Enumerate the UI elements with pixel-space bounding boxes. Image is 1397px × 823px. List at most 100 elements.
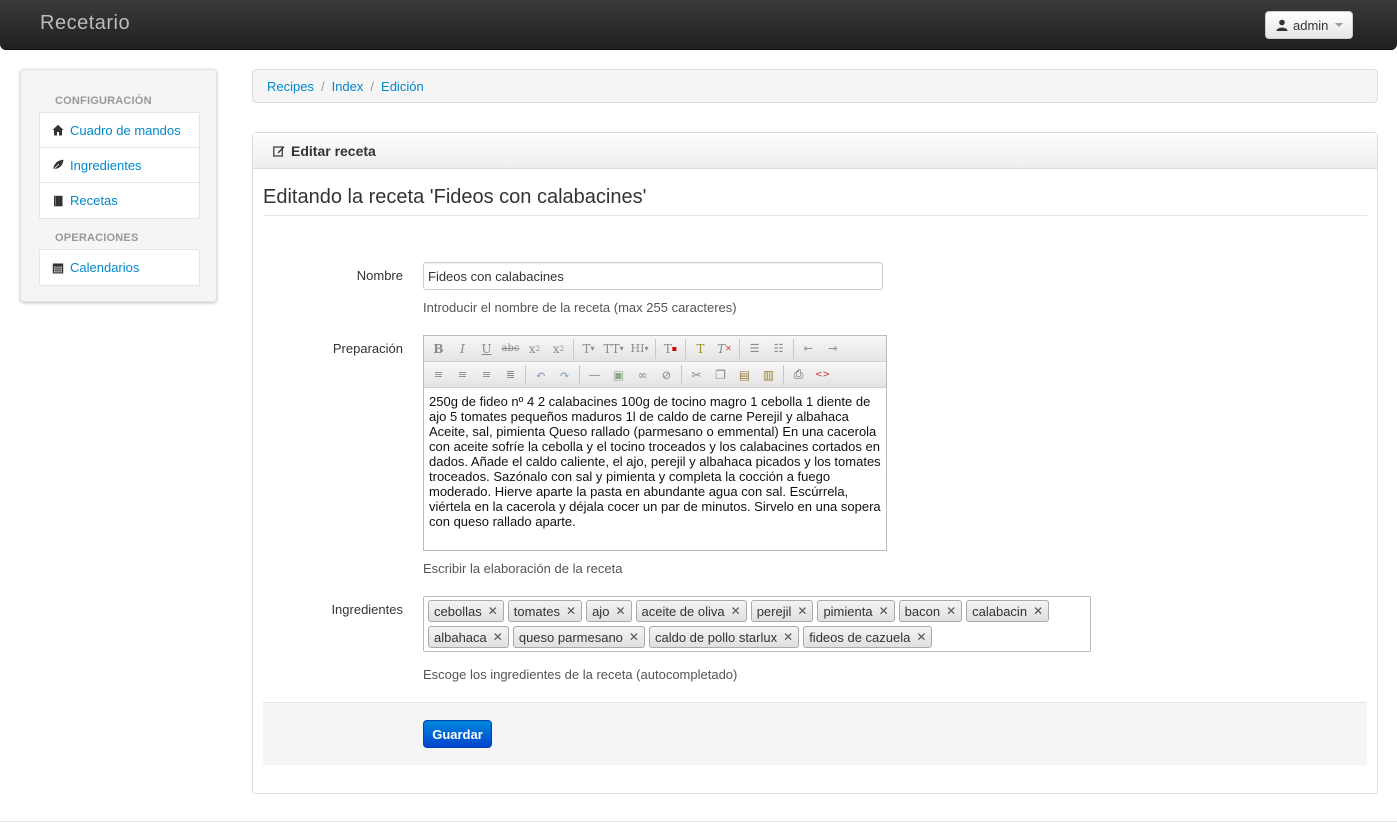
redo-icon[interactable]: ↷ [553, 365, 576, 385]
bullet-list-icon[interactable]: ☰ [743, 339, 766, 359]
ingredient-tag[interactable]: ajo ✕ [586, 600, 632, 622]
breadcrumb: Recipes / Index / Edición [252, 69, 1378, 103]
ingredient-tag[interactable]: aceite de oliva ✕ [635, 600, 747, 622]
preparation-textarea[interactable]: 250g de fideo nº 4 2 calabacines 100g de… [424, 388, 886, 535]
text-color-icon[interactable]: T ▪ [659, 339, 682, 359]
italic-icon[interactable]: I [451, 339, 474, 359]
ingredient-tag[interactable]: bacon ✕ [898, 600, 963, 622]
link-icon[interactable]: ∞ [631, 365, 654, 385]
sidebar-item-cuadro-de-mandos[interactable]: Cuadro de mandos [40, 113, 199, 148]
preparation-rich-editor: B I U abc x2 x2 T ▾ TT ▾ HI ▾ T ▪ T T ✕ ☰ ☷ ⇤… [423, 335, 887, 551]
panel-heading-title: Editar receta [291, 142, 376, 159]
ingredient-tag[interactable]: perejil ✕ [750, 600, 814, 622]
preparation-help-text: Escribir la elaboración de la receta [423, 561, 623, 576]
bold-icon[interactable]: B [427, 339, 450, 359]
align-center-icon[interactable]: ≡ [451, 365, 474, 385]
sidebar-item-label: Calendarios [70, 260, 140, 275]
copy-icon[interactable]: ❐ [709, 365, 732, 385]
source-code-icon[interactable]: <> [811, 365, 834, 385]
sidebar: CONFIGURACIÓN Cuadro de mandos Ingredien… [20, 69, 217, 302]
toolbar-separator [579, 364, 580, 385]
remove-tag-icon[interactable]: ✕ [916, 630, 926, 644]
remove-tag-icon[interactable]: ✕ [493, 630, 503, 644]
ingredients-label: Ingredientes [331, 602, 403, 617]
remove-tag-icon[interactable]: ✕ [797, 604, 807, 618]
subscript-icon[interactable]: x2 [523, 339, 546, 359]
align-justify-icon[interactable]: ≣ [499, 365, 522, 385]
remove-tag-icon[interactable]: ✕ [946, 604, 956, 618]
page-title: Editando la receta 'Fideos con calabacin… [263, 186, 647, 208]
top-navbar: Recetario admin [0, 0, 1397, 50]
unlink-icon[interactable]: ⊘ [655, 365, 678, 385]
remove-tag-icon[interactable]: ✕ [731, 604, 741, 618]
strikethrough-icon[interactable]: abc [499, 339, 522, 359]
remove-tag-icon[interactable]: ✕ [488, 604, 498, 618]
print-icon[interactable]: ⎙ [787, 365, 810, 385]
font-size-icon[interactable]: TT ▾ [601, 339, 626, 359]
ingredient-tag[interactable]: pimienta ✕ [817, 600, 895, 622]
heading-icon[interactable]: HI ▾ [627, 339, 652, 359]
save-button[interactable]: Guardar [423, 720, 492, 748]
remove-tag-icon[interactable]: ✕ [879, 604, 889, 618]
user-icon [1276, 19, 1288, 31]
align-right-icon[interactable]: ≡ [475, 365, 498, 385]
undo-icon[interactable]: ↶ [529, 365, 552, 385]
ingredient-tag[interactable]: queso parmesano ✕ [512, 626, 645, 648]
cut-icon[interactable]: ✂ [685, 365, 708, 385]
remove-tag-icon[interactable]: ✕ [783, 630, 793, 644]
editor-toolbar-row-1: B I U abc x2 x2 T ▾ TT ▾ HI ▾ T ▪ T T ✕ ☰ ☷ ⇤… [424, 336, 886, 362]
breadcrumb-link-recipes[interactable]: Recipes [267, 79, 314, 94]
indent-icon[interactable]: ⇥ [821, 339, 844, 359]
ingredients-tag-input[interactable]: cebollas ✕ tomates ✕ ajo ✕ aceite de oliva ✕ per… [423, 596, 1091, 652]
numbered-list-icon[interactable]: ☷ [767, 339, 790, 359]
paste-text-icon[interactable]: ▥ [757, 365, 780, 385]
home-icon [52, 124, 64, 136]
ingredient-tag-label: fideos de cazuela [809, 629, 911, 645]
sidebar-item-label: Recetas [70, 193, 118, 208]
toolbar-separator [525, 364, 526, 385]
clear-format-icon[interactable]: T ✕ [713, 339, 736, 359]
brand-title[interactable]: Recetario [40, 12, 130, 35]
calendar-icon [52, 262, 64, 274]
sidebar-item-ingredientes[interactable]: Ingredientes [40, 148, 199, 183]
sidebar-item-recetas[interactable]: Recetas [40, 183, 199, 218]
remove-tag-icon[interactable]: ✕ [615, 604, 625, 618]
superscript-icon[interactable]: x2 [547, 339, 570, 359]
paste-icon[interactable]: ▤ [733, 365, 756, 385]
book-icon [52, 195, 64, 207]
toolbar-separator [793, 338, 794, 359]
panel-heading: Editar receta [253, 133, 1377, 169]
sidebar-item-label: Cuadro de mandos [70, 122, 181, 138]
name-input[interactable] [423, 262, 883, 290]
ingredient-tag[interactable]: fideos de cazuela ✕ [803, 626, 933, 648]
font-family-icon[interactable]: T ▾ [577, 339, 600, 359]
sidebar-item-calendarios[interactable]: Calendarios [40, 250, 199, 285]
ingredient-tag[interactable]: albahaca ✕ [428, 626, 509, 648]
remove-tag-icon[interactable]: ✕ [629, 630, 639, 644]
highlight-icon[interactable]: T [689, 339, 712, 359]
name-help-text: Introducir el nombre de la receta (max 2… [423, 300, 737, 315]
remove-tag-icon[interactable]: ✕ [566, 604, 576, 618]
align-left-icon[interactable]: ≡ [427, 365, 450, 385]
ingredient-tag-label: cebollas [434, 603, 482, 619]
ingredients-help-text: Escoge los ingredientes de la receta (au… [423, 667, 738, 682]
breadcrumb-link-index[interactable]: Index [332, 79, 364, 94]
ingredient-tag[interactable]: cebollas ✕ [428, 600, 504, 622]
ingredient-tag[interactable]: caldo de pollo starlux ✕ [648, 626, 800, 648]
footer-divider [0, 821, 1397, 822]
image-icon[interactable]: ▣ [607, 365, 630, 385]
ingredient-tag[interactable]: tomates ✕ [507, 600, 583, 622]
ingredient-tag[interactable]: calabacin ✕ [966, 600, 1050, 622]
breadcrumb-link-edicion[interactable]: Edición [381, 79, 424, 94]
remove-tag-icon[interactable]: ✕ [1033, 604, 1043, 618]
name-label: Nombre [356, 268, 403, 283]
toolbar-separator [783, 364, 784, 385]
horizontal-rule-icon[interactable]: — [583, 365, 606, 385]
sidebar-item-label: Ingredientes [70, 157, 142, 173]
ingredient-tag-label: tomates [513, 603, 561, 619]
outdent-icon[interactable]: ⇤ [797, 339, 820, 359]
user-menu-button[interactable]: admin [1265, 11, 1353, 39]
toolbar-separator [739, 338, 740, 359]
underline-icon[interactable]: U [475, 339, 498, 359]
form-actions: Guardar [263, 702, 1367, 765]
